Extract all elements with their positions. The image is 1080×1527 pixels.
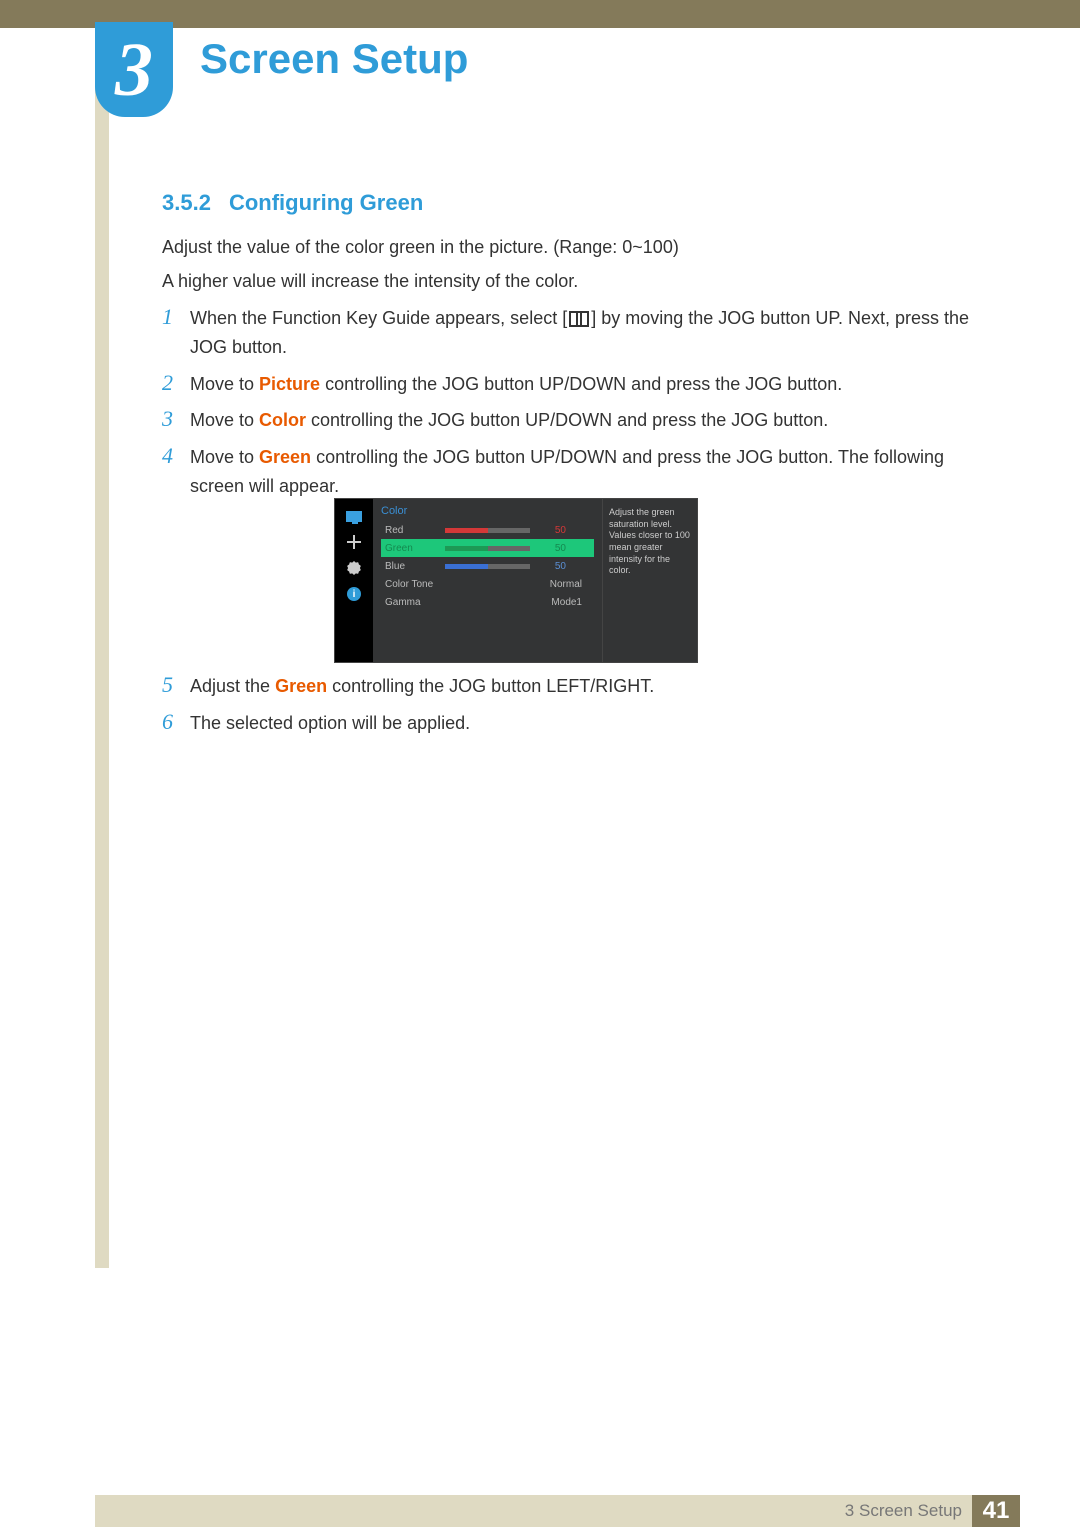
step-2: 2 Move to Picture controlling the JOG bu… — [162, 370, 980, 399]
step-5: 5 Adjust the Green controlling the JOG b… — [162, 672, 980, 701]
intro-line-1: Adjust the value of the color green in t… — [162, 234, 980, 261]
osd-main: Color Red 50 Green 50 Blue 50 Color Tone… — [373, 499, 602, 662]
step-4: 4 Move to Green controlling the JOG butt… — [162, 443, 980, 501]
step-number: 1 — [162, 304, 190, 362]
step-text: Move to Green controlling the JOG button… — [190, 443, 980, 501]
osd-row-gamma: Gamma Mode1 — [381, 593, 594, 611]
step-number: 3 — [162, 406, 190, 435]
page-number: 41 — [972, 1495, 1020, 1527]
gear-icon — [345, 561, 363, 575]
highlight-color: Color — [259, 410, 306, 430]
step-number: 5 — [162, 672, 190, 701]
osd-icon-column: i — [335, 499, 373, 662]
step-text: Move to Color controlling the JOG button… — [190, 406, 828, 435]
osd-label: Green — [385, 543, 445, 554]
osd-label: Red — [385, 525, 445, 536]
highlight-green: Green — [275, 676, 327, 696]
section-heading: 3.5.2 Configuring Green — [162, 190, 423, 216]
move-icon — [345, 535, 363, 549]
osd-label: Blue — [385, 561, 445, 572]
osd-row-green-selected: Green 50 — [381, 539, 594, 557]
step-number: 2 — [162, 370, 190, 399]
intro-line-2: A higher value will increase the intensi… — [162, 268, 980, 295]
steps-list-2: 5 Adjust the Green controlling the JOG b… — [162, 672, 980, 746]
step-text: The selected option will be applied. — [190, 709, 470, 738]
osd-panel: i Color Red 50 Green 50 Blue 50 Color To… — [334, 498, 698, 663]
chapter-tab: 3 — [95, 22, 173, 117]
osd-label: Gamma — [385, 597, 445, 608]
menu-icon — [569, 311, 589, 327]
osd-slider-green — [445, 546, 530, 551]
step-text: Adjust the Green controlling the JOG but… — [190, 672, 654, 701]
osd-value: Mode1 — [445, 597, 590, 608]
osd-row-blue: Blue 50 — [381, 557, 594, 575]
osd-help-text: Adjust the green saturation level. Value… — [602, 499, 697, 662]
section-number: 3.5.2 — [162, 190, 211, 215]
step-3: 3 Move to Color controlling the JOG butt… — [162, 406, 980, 435]
chapter-number: 3 — [115, 32, 153, 108]
highlight-picture: Picture — [259, 374, 320, 394]
osd-row-colortone: Color Tone Normal — [381, 575, 594, 593]
step-1: 1 When the Function Key Guide appears, s… — [162, 304, 980, 362]
step-text: Move to Picture controlling the JOG butt… — [190, 370, 842, 399]
monitor-icon — [345, 509, 363, 523]
osd-value: 50 — [538, 543, 566, 554]
steps-list-1: 1 When the Function Key Guide appears, s… — [162, 304, 980, 509]
info-icon: i — [345, 587, 363, 601]
osd-screenshot: i Color Red 50 Green 50 Blue 50 Color To… — [334, 498, 698, 663]
osd-label: Color Tone — [385, 579, 445, 590]
left-margin-bar — [95, 28, 109, 1268]
chapter-title: Screen Setup — [200, 35, 468, 83]
osd-value: 50 — [538, 525, 566, 536]
osd-value: Normal — [445, 579, 590, 590]
section-title: Configuring Green — [229, 190, 423, 215]
osd-slider-blue — [445, 564, 530, 569]
footer-bar: 3 Screen Setup — [95, 1495, 972, 1527]
footer-text: 3 Screen Setup — [845, 1501, 962, 1521]
step-number: 6 — [162, 709, 190, 738]
osd-slider-red — [445, 528, 530, 533]
osd-title: Color — [381, 505, 594, 517]
step-6: 6 The selected option will be applied. — [162, 709, 980, 738]
step-text: When the Function Key Guide appears, sel… — [190, 304, 980, 362]
osd-value: 50 — [538, 561, 566, 572]
highlight-green: Green — [259, 447, 311, 467]
osd-row-red: Red 50 — [381, 521, 594, 539]
step-number: 4 — [162, 443, 190, 501]
